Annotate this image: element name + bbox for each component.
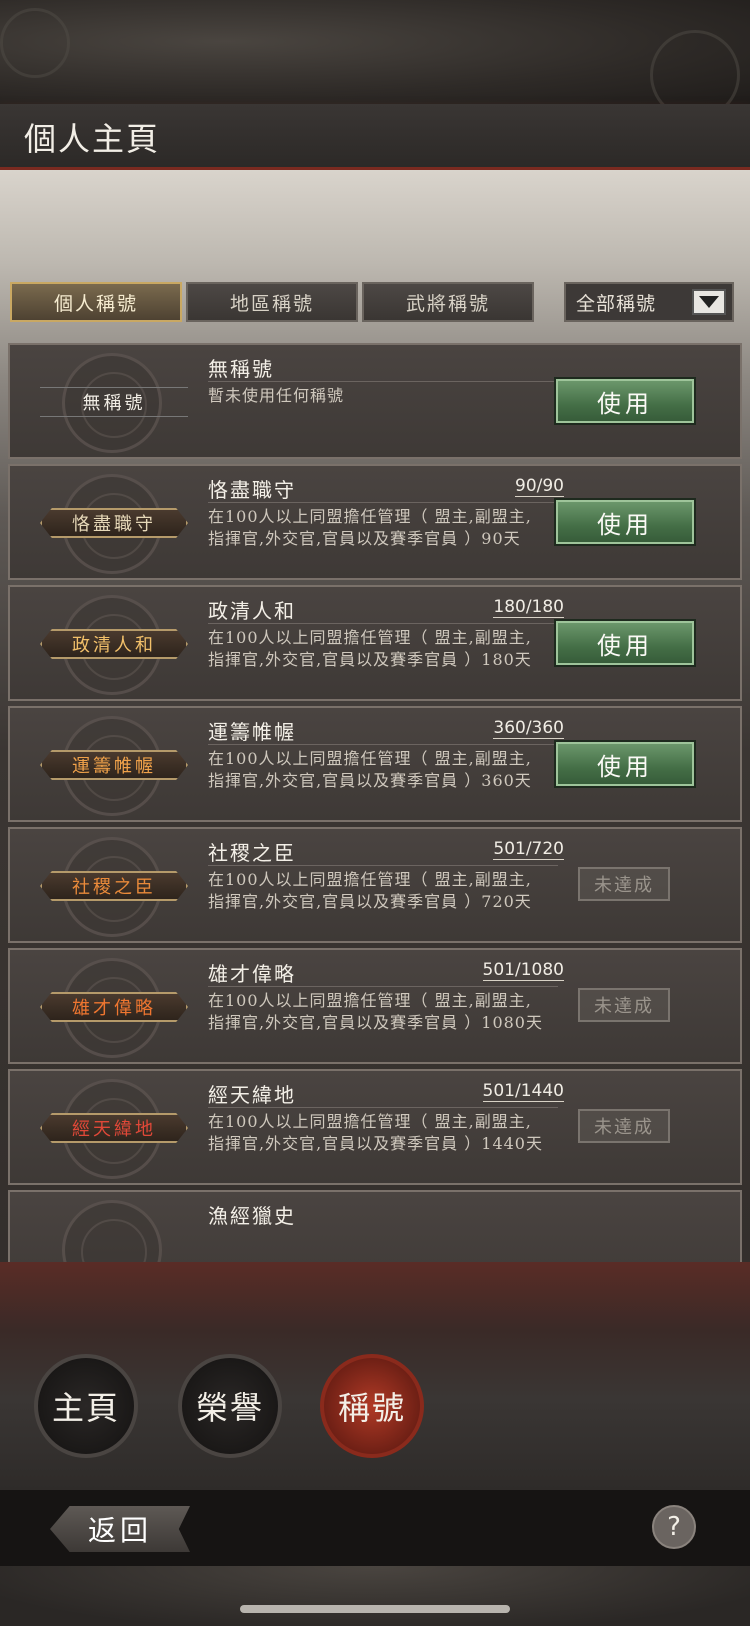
- filter-label: 全部稱號: [576, 292, 657, 315]
- title-name: 政清人和: [208, 599, 296, 623]
- use-button[interactable]: 使用: [554, 498, 696, 546]
- nav-home[interactable]: 主頁: [34, 1354, 138, 1458]
- title-card: 恪盡職守 恪盡職守 90/90 在100人以上同盟擔任管理（ 盟主,副盟主,指揮…: [8, 464, 742, 580]
- title-progress: 501/1440: [482, 1081, 564, 1102]
- title-progress: 90/90: [515, 476, 564, 497]
- title-name: 經天緯地: [208, 1083, 296, 1107]
- title-plate: 社稷之臣: [40, 871, 188, 901]
- title-card: 運籌帷幄 運籌帷幄 360/360 在100人以上同盟擔任管理（ 盟主,副盟主,…: [8, 706, 742, 822]
- title-name: 恪盡職守: [208, 478, 296, 502]
- bottom-decoration: [0, 1566, 750, 1626]
- title-plate: 雄才偉略: [40, 992, 188, 1022]
- help-icon[interactable]: ?: [652, 1505, 696, 1549]
- divider: [208, 1107, 558, 1108]
- use-button[interactable]: 使用: [554, 619, 696, 667]
- divider: [208, 744, 558, 745]
- page-title: 個人主頁: [24, 120, 161, 158]
- title-card: 雄才偉略 雄才偉略 501/1080 在100人以上同盟擔任管理（ 盟主,副盟主…: [8, 948, 742, 1064]
- back-button[interactable]: 返回: [50, 1506, 190, 1552]
- title-name: 漁經獵史: [208, 1204, 296, 1228]
- title-card: 政清人和 政清人和 180/180 在100人以上同盟擔任管理（ 盟主,副盟主,…: [8, 585, 742, 701]
- top-decoration: [0, 0, 750, 120]
- title-plate: 政清人和: [40, 629, 188, 659]
- title-name: 運籌帷幄: [208, 720, 296, 744]
- divider: [208, 381, 558, 382]
- not-achieved-badge: 未達成: [578, 1109, 670, 1143]
- divider: [208, 502, 558, 503]
- divider: [208, 623, 558, 624]
- title-filter-dropdown[interactable]: 全部稱號: [564, 282, 734, 322]
- title-description: 在100人以上同盟擔任管理（ 盟主,副盟主,指揮官,外交官,官員以及賽季官員 ）…: [208, 1112, 543, 1153]
- nav-honor[interactable]: 榮譽: [178, 1354, 282, 1458]
- title-description: 在100人以上同盟擔任管理（ 盟主,副盟主,指揮官,外交官,官員以及賽季官員 ）…: [208, 628, 532, 669]
- title-plate: 無稱號: [40, 387, 188, 417]
- title-plate: 恪盡職守: [40, 508, 188, 538]
- title-name: 雄才偉略: [208, 962, 296, 986]
- divider: [208, 865, 558, 866]
- title-category-tabs: 個人稱號 地區稱號 武將稱號: [10, 282, 534, 322]
- title-name: 無稱號: [208, 357, 274, 381]
- title-card: 漁經獵史: [8, 1190, 742, 1263]
- title-list[interactable]: 無稱號 無稱號 暫未使用任何稱號 使用 恪盡職守 恪盡職守 90/90 在100…: [8, 343, 742, 1263]
- not-achieved-badge: 未達成: [578, 988, 670, 1022]
- title-description: 在100人以上同盟擔任管理（ 盟主,副盟主,指揮官,外交官,官員以及賽季官員 ）…: [208, 991, 543, 1032]
- cloud-ornament: [0, 8, 70, 78]
- title-progress: 180/180: [493, 597, 564, 618]
- title-progress: 360/360: [493, 718, 564, 739]
- title-progress: 501/720: [493, 839, 564, 860]
- tab-personal-titles[interactable]: 個人稱號: [10, 282, 182, 322]
- title-plate: 運籌帷幄: [40, 750, 188, 780]
- title-plate: 經天緯地: [40, 1113, 188, 1143]
- title-card: 經天緯地 經天緯地 501/1440 在100人以上同盟擔任管理（ 盟主,副盟主…: [8, 1069, 742, 1185]
- not-achieved-badge: 未達成: [578, 867, 670, 901]
- use-button[interactable]: 使用: [554, 740, 696, 788]
- title-card: 社稷之臣 社稷之臣 501/720 在100人以上同盟擔任管理（ 盟主,副盟主,…: [8, 827, 742, 943]
- title-description: 在100人以上同盟擔任管理（ 盟主,副盟主,指揮官,外交官,官員以及賽季官員 ）…: [208, 749, 532, 790]
- triangle-down-icon: [692, 289, 726, 315]
- nav-titles[interactable]: 稱號: [320, 1354, 424, 1458]
- tab-region-titles[interactable]: 地區稱號: [186, 282, 358, 322]
- divider: [208, 986, 558, 987]
- tab-general-titles[interactable]: 武將稱號: [362, 282, 534, 322]
- title-card: 無稱號 無稱號 暫未使用任何稱號 使用: [8, 343, 742, 459]
- title-name: 社稷之臣: [208, 841, 296, 865]
- title-description: 在100人以上同盟擔任管理（ 盟主,副盟主,指揮官,外交官,官員以及賽季官員 ）…: [208, 870, 532, 911]
- title-description: 暫未使用任何稱號: [208, 386, 345, 405]
- title-description: 在100人以上同盟擔任管理（ 盟主,副盟主,指揮官,外交官,官員以及賽季官員 ）…: [208, 507, 532, 548]
- title-progress: 501/1080: [482, 960, 564, 981]
- home-indicator[interactable]: [240, 1605, 510, 1613]
- use-button[interactable]: 使用: [554, 377, 696, 425]
- emblem-icon: [62, 1200, 162, 1263]
